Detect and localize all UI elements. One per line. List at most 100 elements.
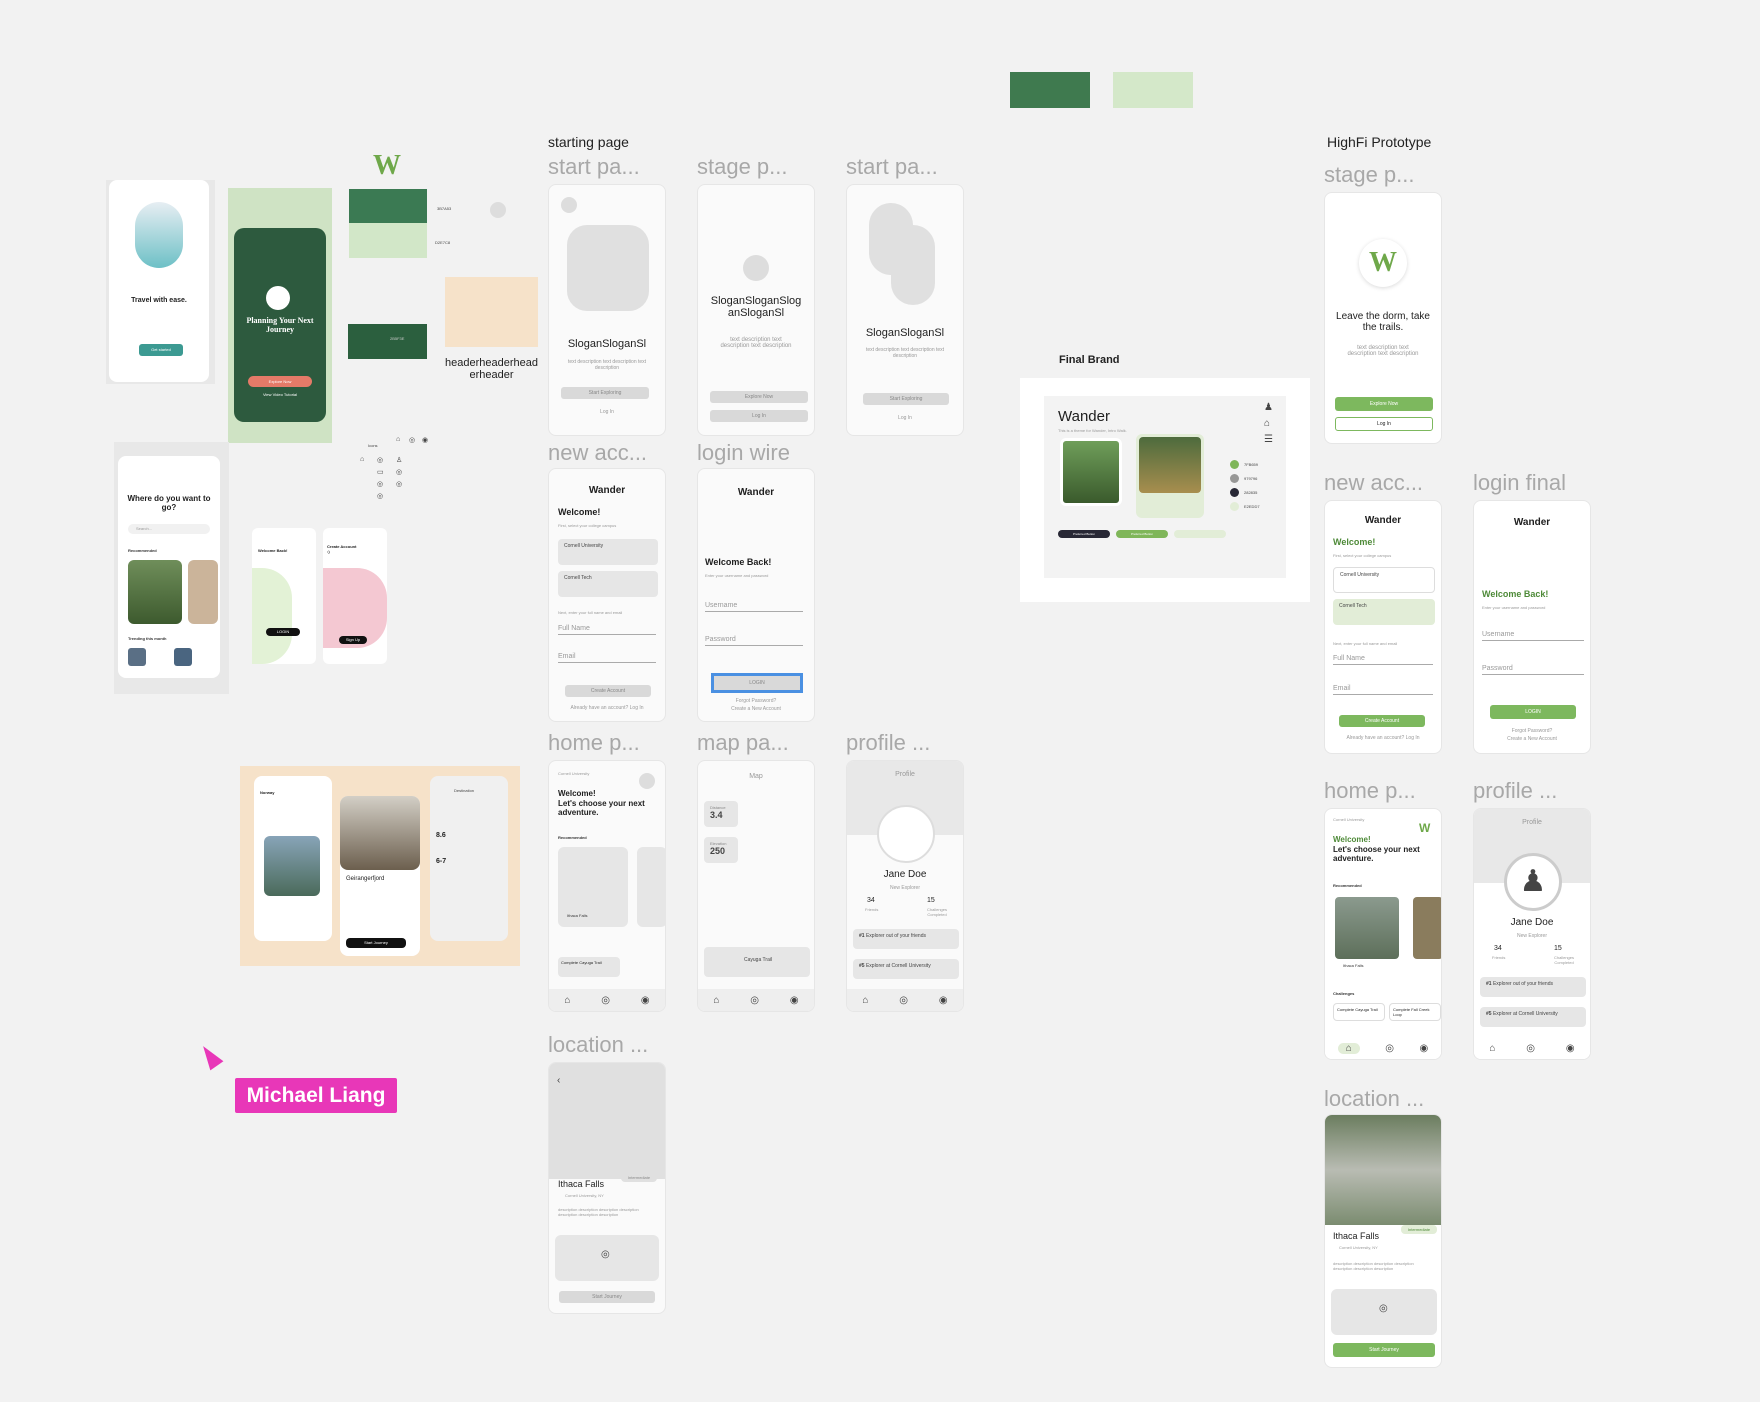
password-input[interactable]: Password — [705, 636, 803, 646]
logo-icon: W — [373, 150, 401, 181]
lf-username[interactable]: Username — [1482, 631, 1584, 641]
rec-card-2[interactable] — [637, 847, 665, 927]
start2-slogan: SloganSloganSl — [865, 327, 945, 339]
hfp-map-tab-icon[interactable]: ◎ — [1526, 1043, 1535, 1054]
hfp-avatar[interactable]: ♟ — [1504, 853, 1562, 911]
start-journey-button[interactable]: Start Journey — [559, 1291, 655, 1303]
mountain-photo[interactable] — [128, 560, 182, 624]
brand-button-light[interactable] — [1174, 530, 1226, 538]
start2-button[interactable]: Start Exploring — [863, 393, 949, 405]
frame-start2[interactable]: SloganSloganSl text description text des… — [846, 184, 964, 436]
forgot-link[interactable]: Forgot Password? — [698, 698, 814, 704]
frame-map[interactable]: Map Distance 3.4 Elevation 250 Cayuga Trai… — [697, 760, 815, 1012]
profile-tab-icon[interactable]: ◉ — [641, 995, 650, 1006]
hf-campus-cornell[interactable]: Cornell University — [1333, 567, 1435, 593]
hf-already[interactable]: Already have an account? Log In — [1325, 735, 1441, 741]
swatch-light[interactable] — [1113, 72, 1193, 108]
brand-photo-1[interactable] — [1060, 438, 1122, 506]
frame-title-stage1: stage p... — [697, 154, 788, 179]
frame-login-final[interactable]: Wander Welcome Back! Enter your username… — [1473, 500, 1591, 754]
hf-home-tab-icon[interactable]: ⌂ — [1337, 1042, 1360, 1054]
already-link[interactable]: Already have an account? Log In — [549, 705, 665, 711]
brand-button-dark[interactable]: Preferred Button — [1058, 530, 1110, 538]
mood-signup-button[interactable]: Sign Up — [339, 636, 367, 644]
home-tab-icon[interactable]: ⌂ — [564, 995, 570, 1006]
create-account-button[interactable]: Create Account — [565, 685, 651, 697]
hf-login-button[interactable]: Log In — [1335, 417, 1433, 431]
lf-create-new[interactable]: Create a New Account — [1474, 736, 1590, 742]
home-tab-icon-3[interactable]: ⌂ — [862, 995, 868, 1006]
mood-norway[interactable]: Norway Geirangerfjord Start Journey Dest… — [240, 766, 520, 966]
campus-option-tech[interactable]: Cornell Tech — [558, 571, 658, 597]
campus-option-cornell[interactable]: Cornell University — [558, 539, 658, 565]
hf-create-account[interactable]: Create Account — [1339, 715, 1425, 727]
username-input[interactable]: Username — [705, 602, 803, 612]
hf-full-name[interactable]: Full Name — [1333, 655, 1433, 665]
challenge-cayuga[interactable]: Complete Cayuga Trail — [558, 957, 620, 977]
mood-signup[interactable]: Create Account :) Sign Up — [323, 528, 387, 664]
home-tab-icon-2[interactable]: ⌂ — [713, 995, 719, 1006]
login-button[interactable]: LOGIN — [711, 673, 803, 693]
email-input[interactable]: Email — [558, 653, 656, 663]
lf-forgot[interactable]: Forgot Password? — [1474, 728, 1590, 734]
frame-stage-hf[interactable]: W Leave the dorm, take the trails. text … — [1324, 192, 1442, 444]
temple-photo[interactable] — [188, 560, 218, 624]
cayuga-card[interactable]: Cayuga Trail — [704, 947, 810, 977]
swatch-dark[interactable] — [1010, 72, 1090, 108]
map-tab-icon[interactable]: ◎ — [601, 995, 610, 1006]
frame-new-acc[interactable]: Wander Welcome! First, select your colle… — [548, 468, 666, 722]
hf-explore-button[interactable]: Explore Now — [1335, 397, 1433, 411]
create-new-link[interactable]: Create a New Account — [698, 706, 814, 712]
hf-rec-card[interactable] — [1335, 897, 1399, 959]
lf-password[interactable]: Password — [1482, 665, 1584, 675]
full-name-input[interactable]: Full Name — [558, 625, 656, 635]
hf-profile-tab-icon[interactable]: ◉ — [1419, 1043, 1428, 1054]
map-tab-icon-2[interactable]: ◎ — [750, 995, 759, 1006]
hf-rec-card-2[interactable] — [1413, 897, 1441, 959]
mood-login[interactable]: Welcome Back! LOGIN — [252, 528, 316, 664]
frame-location-hf[interactable]: Ithaca Falls Intermediate Cornell Univer… — [1324, 1114, 1442, 1368]
mood-explore[interactable]: Where do you want to go? Search... Recom… — [114, 442, 229, 694]
avatar[interactable] — [877, 805, 935, 863]
final-brand-board[interactable]: Wander This is a theme for Wander, Intro… — [1020, 378, 1310, 602]
login-link[interactable]: Log In — [549, 409, 665, 415]
frame-home-hf[interactable]: Cornell University W Welcome! Let's choo… — [1324, 808, 1442, 1060]
mood-onboarding[interactable]: Travel with ease. Get started — [106, 180, 215, 384]
profile-tab-icon-2[interactable]: ◉ — [790, 995, 799, 1006]
lf-login-button[interactable]: LOGIN — [1490, 705, 1576, 719]
profile-tab-icon-3[interactable]: ◉ — [939, 995, 948, 1006]
mood-login-button[interactable]: LOGIN — [266, 628, 300, 636]
frame-profile-hf[interactable]: Profile ♟ Jane Doe New Explorer 34 Frien… — [1473, 808, 1591, 1060]
frame-profile[interactable]: Profile Jane Doe New Explorer 34 Friends… — [846, 760, 964, 1012]
start-exploring-button[interactable]: Start Exploring — [561, 387, 649, 399]
hf-home-choose: Let's choose your next adventure. — [1333, 845, 1420, 863]
brand-button-green[interactable]: Preferred Button — [1116, 530, 1168, 538]
frame-login-wire[interactable]: Wander Welcome Back! Enter your username… — [697, 468, 815, 722]
hf-challenge-cayuga[interactable]: Complete Cayuga Trail — [1333, 1003, 1385, 1021]
frame-start1[interactable]: SloganSloganSl text description text des… — [548, 184, 666, 436]
explore-now-button[interactable]: Explore Now — [248, 376, 312, 387]
get-started-button[interactable]: Get started — [139, 344, 183, 356]
hf-map-tab-icon[interactable]: ◎ — [1385, 1043, 1394, 1054]
tutorial-link[interactable]: View Video Tutorial — [248, 392, 312, 397]
search-input[interactable]: Search... — [128, 524, 210, 534]
back-icon[interactable]: ‹ — [557, 1075, 560, 1086]
explore-now-button-wire[interactable]: Explore Now — [710, 391, 808, 403]
frame-stage1[interactable]: SloganSloganSloganSloganSl text descript… — [697, 184, 815, 436]
hf-challenge-fall[interactable]: Complete Fall Creek Loop — [1389, 1003, 1441, 1021]
map-tab-icon-3[interactable]: ◎ — [899, 995, 908, 1006]
mood-planning[interactable]: Planning Your Next Journey Explore Now V… — [228, 188, 332, 443]
hf-start-journey[interactable]: Start Journey — [1333, 1343, 1435, 1357]
frame-home[interactable]: Cornell University Welcome! Let's choose… — [548, 760, 666, 1012]
login-button-wire[interactable]: Log In — [710, 410, 808, 422]
frame-location[interactable]: ‹ Ithaca Falls Intermediate Cornell Univ… — [548, 1062, 666, 1314]
hfp-profile-tab-icon[interactable]: ◉ — [1566, 1043, 1575, 1054]
hf-campus-tech[interactable]: Cornell Tech — [1333, 599, 1435, 625]
brand-photo-2[interactable] — [1136, 434, 1204, 518]
start2-login[interactable]: Log In — [847, 415, 963, 421]
hf-email[interactable]: Email — [1333, 685, 1433, 695]
frame-new-acc-hf[interactable]: Wander Welcome! First, select your colle… — [1324, 500, 1442, 754]
mood-collage[interactable] — [445, 277, 538, 347]
hfp-home-tab-icon[interactable]: ⌂ — [1489, 1043, 1495, 1054]
mood-start-journey[interactable]: Start Journey — [346, 938, 406, 948]
